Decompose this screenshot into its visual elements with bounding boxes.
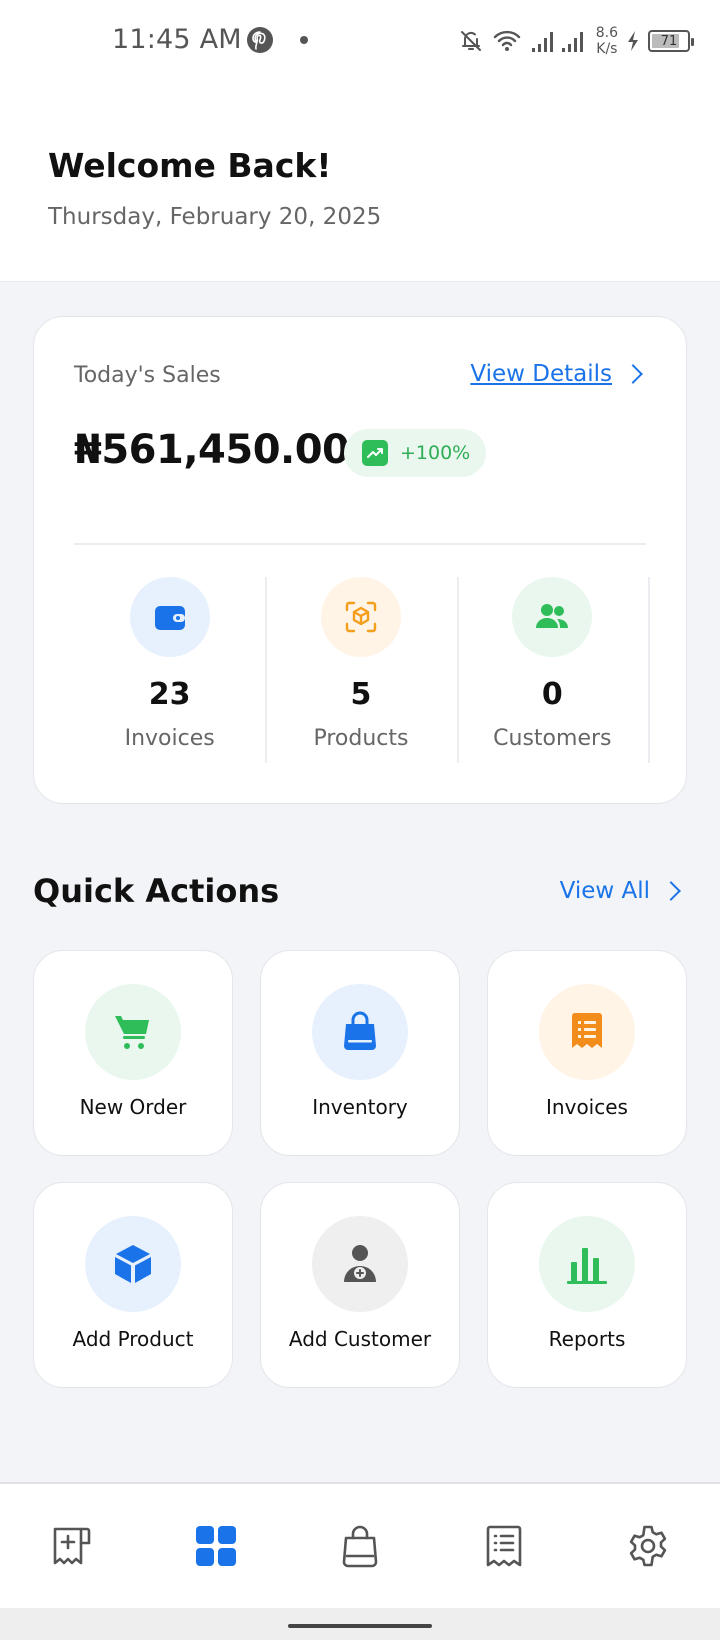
reports-button[interactable]: Reports — [487, 1182, 687, 1388]
wifi-icon — [493, 30, 520, 51]
stat-value: 0 — [541, 677, 563, 712]
status-time: 11:45 AM — [112, 24, 242, 55]
stat-customers[interactable]: 0 Customers — [456, 577, 651, 763]
receipt-icon — [539, 984, 635, 1080]
qa-label: Invoices — [546, 1095, 628, 1119]
invoices-button[interactable]: Invoices — [487, 950, 687, 1156]
stat-value: 23 — [148, 677, 191, 712]
notification-dot — [300, 36, 308, 44]
sales-amount: ₦561,450.00 — [74, 427, 350, 473]
chevron-right-icon — [623, 364, 643, 384]
growth-badge: +100% — [344, 429, 487, 477]
qa-label: Add Customer — [288, 1327, 432, 1351]
page-header: Welcome Back! Thursday, February 20, 202… — [0, 82, 720, 282]
signal-icon — [531, 32, 583, 52]
todays-sales-card: Today's Sales View Details ₦561,450.00 +… — [33, 316, 687, 804]
chevron-right-icon — [661, 881, 681, 901]
add-product-button[interactable]: Add Product — [33, 1182, 233, 1388]
stat-label: Products — [313, 726, 409, 751]
settings-icon — [629, 1525, 667, 1567]
qa-label: Reports — [548, 1327, 626, 1351]
add-customer-button[interactable]: Add Customer — [260, 1182, 460, 1388]
nav-dashboard[interactable] — [178, 1508, 254, 1584]
charging-icon — [628, 31, 638, 51]
pinterest-icon — [247, 27, 273, 53]
divider — [74, 543, 646, 545]
quick-actions-grid: New Order Inventory Invoices Add Product… — [33, 950, 687, 1388]
stat-invoices[interactable]: 23 Invoices — [74, 577, 265, 763]
bag-icon — [342, 1525, 378, 1568]
stat-label: Customers — [493, 726, 612, 751]
growth-value: +100% — [400, 442, 471, 464]
bottom-nav — [0, 1482, 720, 1608]
nav-inventory[interactable] — [322, 1508, 398, 1584]
status-right: 8.6 K/s 71 — [458, 20, 694, 62]
wallet-icon — [129, 577, 210, 657]
stats-row: 23 Invoices 5 Products 0 Customers — [74, 577, 651, 763]
stat-value: 5 — [350, 677, 372, 712]
trending-up-icon — [362, 440, 388, 466]
view-all-label: View All — [559, 878, 650, 904]
scan-box-icon — [320, 577, 401, 657]
receipt-list-icon — [486, 1525, 522, 1567]
stat-products[interactable]: 5 Products — [265, 577, 456, 763]
nav-settings[interactable] — [610, 1508, 686, 1584]
add-invoice-icon — [53, 1527, 91, 1565]
bar-chart-icon — [539, 1216, 635, 1312]
qa-label: Add Product — [72, 1327, 194, 1351]
stat-label: Invoices — [124, 726, 215, 751]
view-all-link[interactable]: View All — [559, 878, 681, 904]
cube-icon — [85, 1216, 181, 1312]
bell-off-icon — [460, 31, 481, 51]
nav-invoices[interactable] — [466, 1508, 542, 1584]
sales-label: Today's Sales — [74, 363, 221, 388]
nav-new-invoice[interactable] — [34, 1508, 110, 1584]
view-details-label: View Details — [470, 361, 612, 387]
gesture-bar-area — [0, 1608, 720, 1640]
user-add-icon — [312, 1216, 408, 1312]
welcome-title: Welcome Back! — [48, 146, 332, 185]
home-gesture-bar[interactable] — [288, 1624, 432, 1628]
users-icon — [512, 577, 593, 657]
battery-indicator: 71 — [648, 30, 694, 52]
cart-icon — [85, 984, 181, 1080]
net-speed: 8.6 K/s — [595, 25, 618, 57]
qa-label: Inventory — [312, 1095, 408, 1119]
view-details-link[interactable]: View Details — [470, 361, 643, 387]
status-bar: 11:45 AM 8.6 K/s 71 — [0, 0, 720, 82]
new-order-button[interactable]: New Order — [33, 950, 233, 1156]
qa-label: New Order — [79, 1095, 187, 1119]
inventory-button[interactable]: Inventory — [260, 950, 460, 1156]
dashboard-icon — [196, 1526, 236, 1566]
current-date: Thursday, February 20, 2025 — [48, 204, 382, 230]
shopping-bag-icon — [312, 984, 408, 1080]
quick-actions-title: Quick Actions — [33, 872, 280, 910]
